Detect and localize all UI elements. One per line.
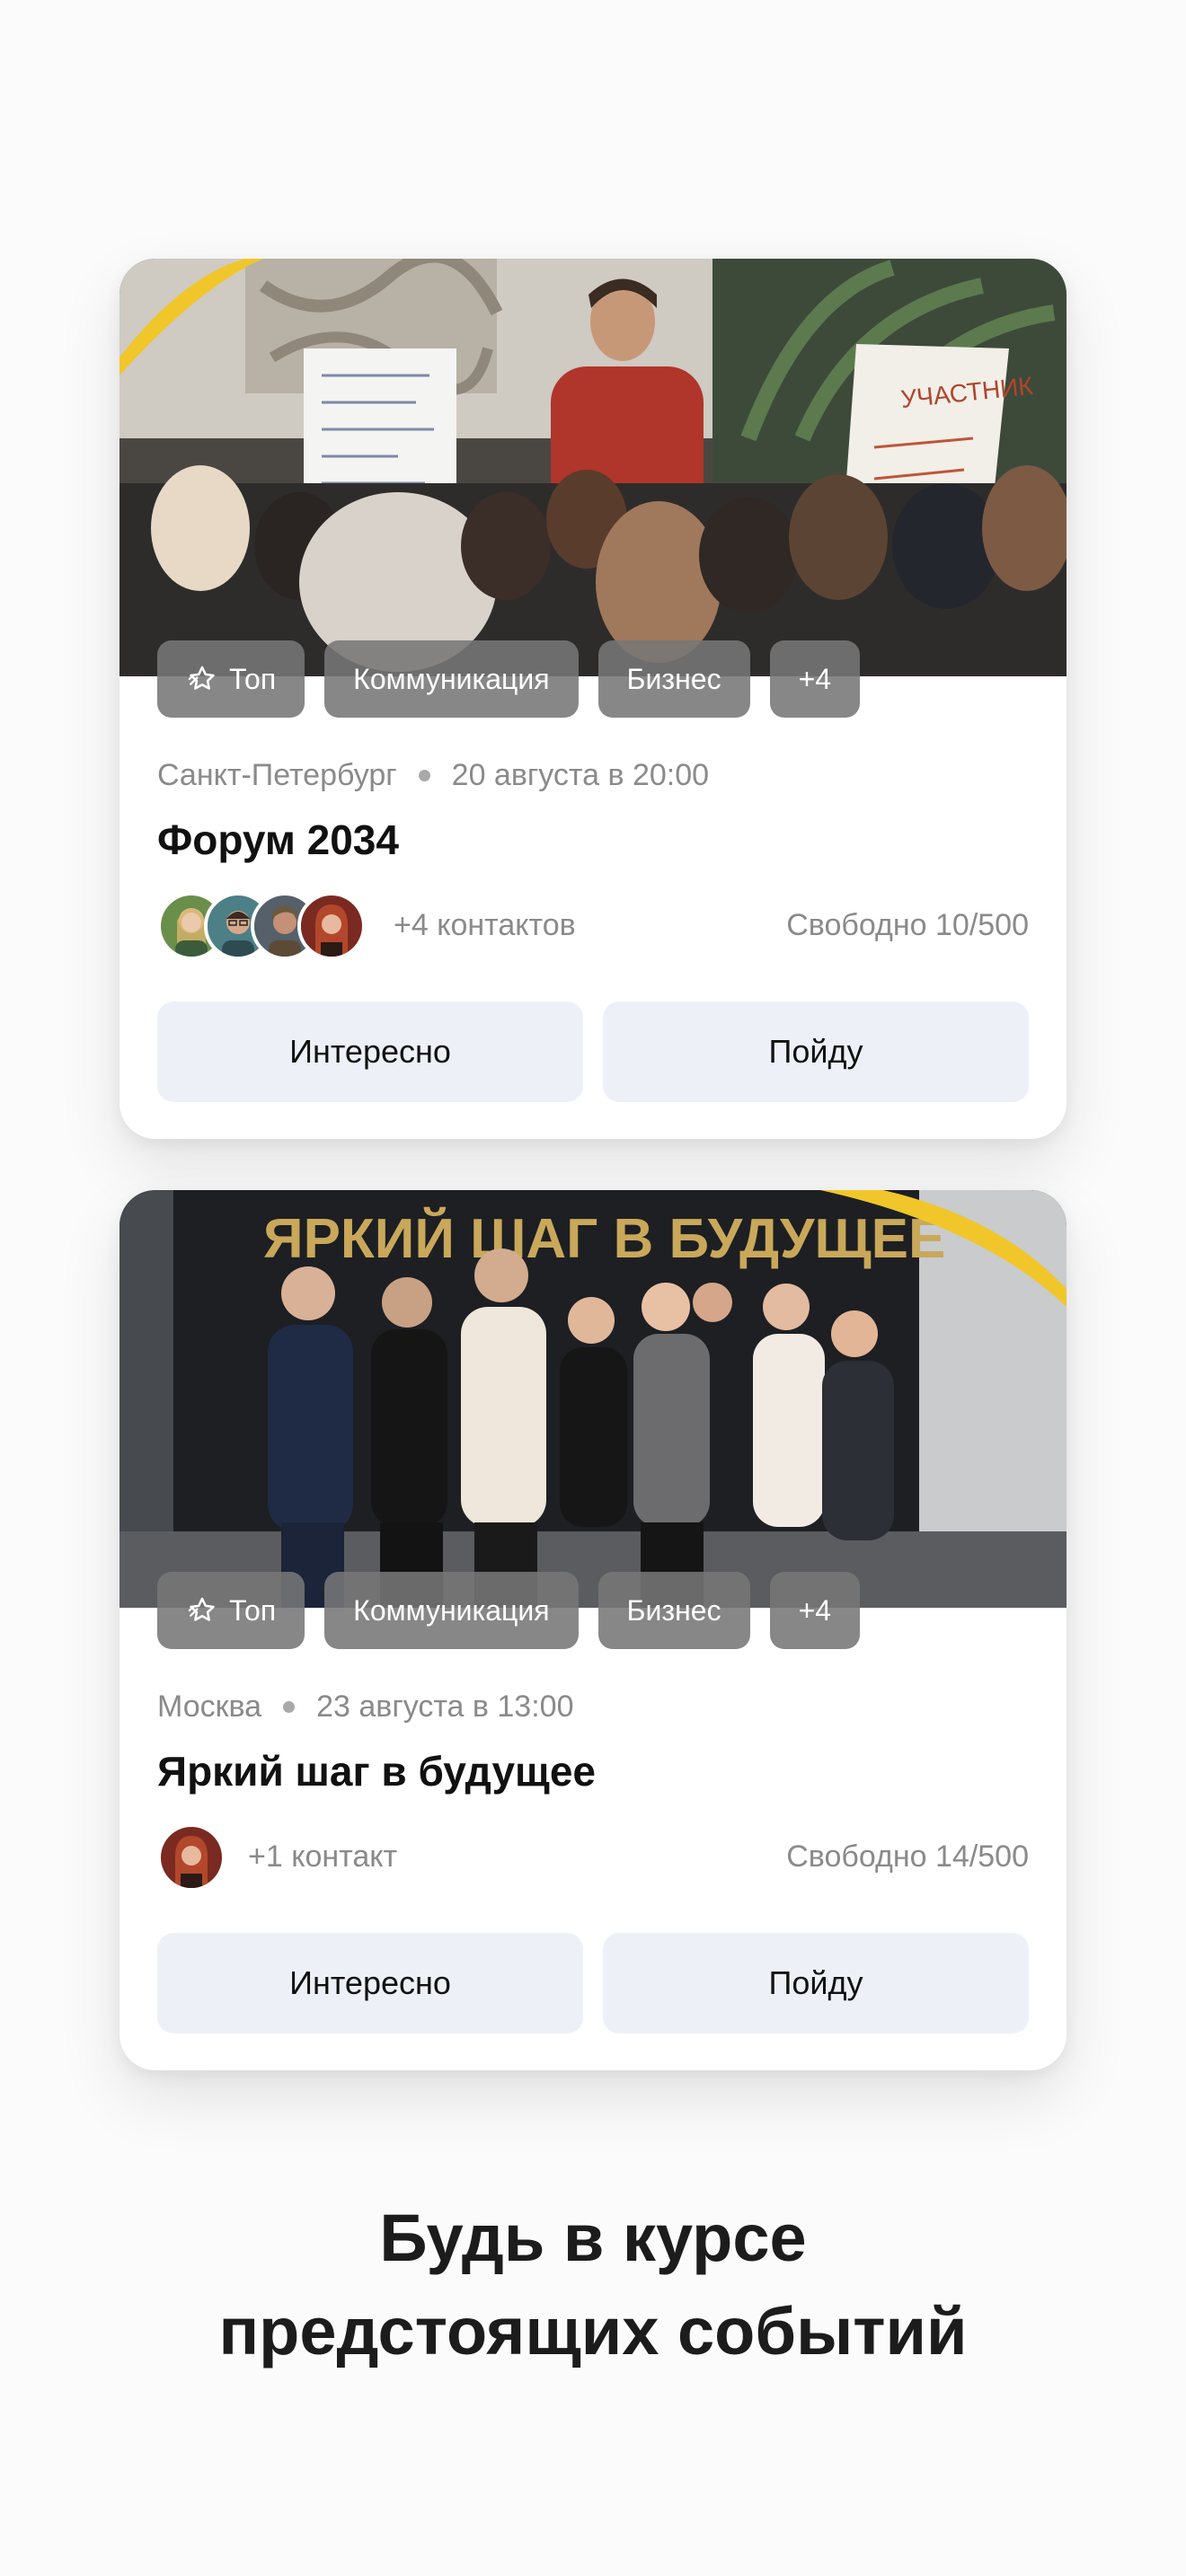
event-meta: Москва 23 августа в 13:00 [157, 1689, 573, 1725]
banner-text: ЯРКИЙ ШАГ В БУДУЩЕЕ [263, 1207, 945, 1270]
tag-business[interactable]: Бизнес [597, 640, 750, 718]
contact-avatars[interactable] [157, 892, 366, 962]
event-city: Санкт-Петербург [157, 758, 397, 792]
tag-communication[interactable]: Коммуникация [324, 1572, 579, 1649]
tag-more[interactable]: +4 [769, 640, 861, 718]
event-tags: Топ Коммуникация Бизнес +4 [157, 640, 861, 718]
free-spots: Свободно 14/500 [786, 1839, 1029, 1874]
event-title: Яркий шаг в будущее [157, 1748, 597, 1795]
tag-top[interactable]: Топ [157, 1572, 305, 1649]
headline-line-2: предстоящих событий [218, 2294, 968, 2369]
event-card-forum-2034[interactable]: УЧАСТНИК Топ Коммуникация Бизнес +4 Санк… [119, 259, 1067, 1139]
contact-avatars[interactable] [157, 1823, 226, 1893]
contacts-count[interactable]: +1 контакт [248, 1839, 397, 1875]
contacts-count[interactable]: +4 контактов [394, 908, 576, 943]
separator-dot [283, 1701, 296, 1713]
avatar [297, 892, 366, 960]
event-photo: УЧАСТНИК [119, 259, 1067, 676]
promo-headline: Будь в курсе предстоящих событий [0, 2192, 1186, 2378]
event-city: Москва [157, 1689, 262, 1724]
event-title: Форум 2034 [157, 816, 399, 863]
going-button[interactable]: Пойду [603, 1001, 1029, 1102]
event-card-bright-step[interactable]: ЯРКИЙ ШАГ В БУДУЩЕЕ Топ Коммуникация Биз… [119, 1190, 1067, 2070]
avatar [157, 1823, 226, 1892]
star-icon [186, 1595, 218, 1626]
interested-button[interactable]: Интересно [157, 1001, 583, 1102]
event-meta: Санкт-Петербург 20 августа в 20:00 [157, 758, 709, 793]
separator-dot [418, 770, 430, 781]
event-tags: Топ Коммуникация Бизнес +4 [157, 1572, 861, 1649]
free-spots: Свободно 10/500 [786, 908, 1029, 942]
tag-business[interactable]: Бизнес [597, 1572, 750, 1649]
headline-line-1: Будь в курсе [379, 2201, 807, 2275]
star-icon [186, 664, 218, 694]
interested-button[interactable]: Интересно [157, 1933, 583, 2033]
event-datetime: 23 августа в 13:00 [316, 1689, 574, 1724]
tag-top[interactable]: Топ [157, 640, 305, 718]
event-datetime: 20 августа в 20:00 [451, 758, 710, 792]
tag-top-label: Топ [229, 1593, 277, 1627]
tag-top-label: Топ [229, 662, 277, 695]
going-button[interactable]: Пойду [603, 1933, 1029, 2033]
tag-communication[interactable]: Коммуникация [324, 640, 579, 718]
event-photo: ЯРКИЙ ШАГ В БУДУЩЕЕ [119, 1190, 1067, 1608]
tag-more[interactable]: +4 [769, 1572, 861, 1649]
